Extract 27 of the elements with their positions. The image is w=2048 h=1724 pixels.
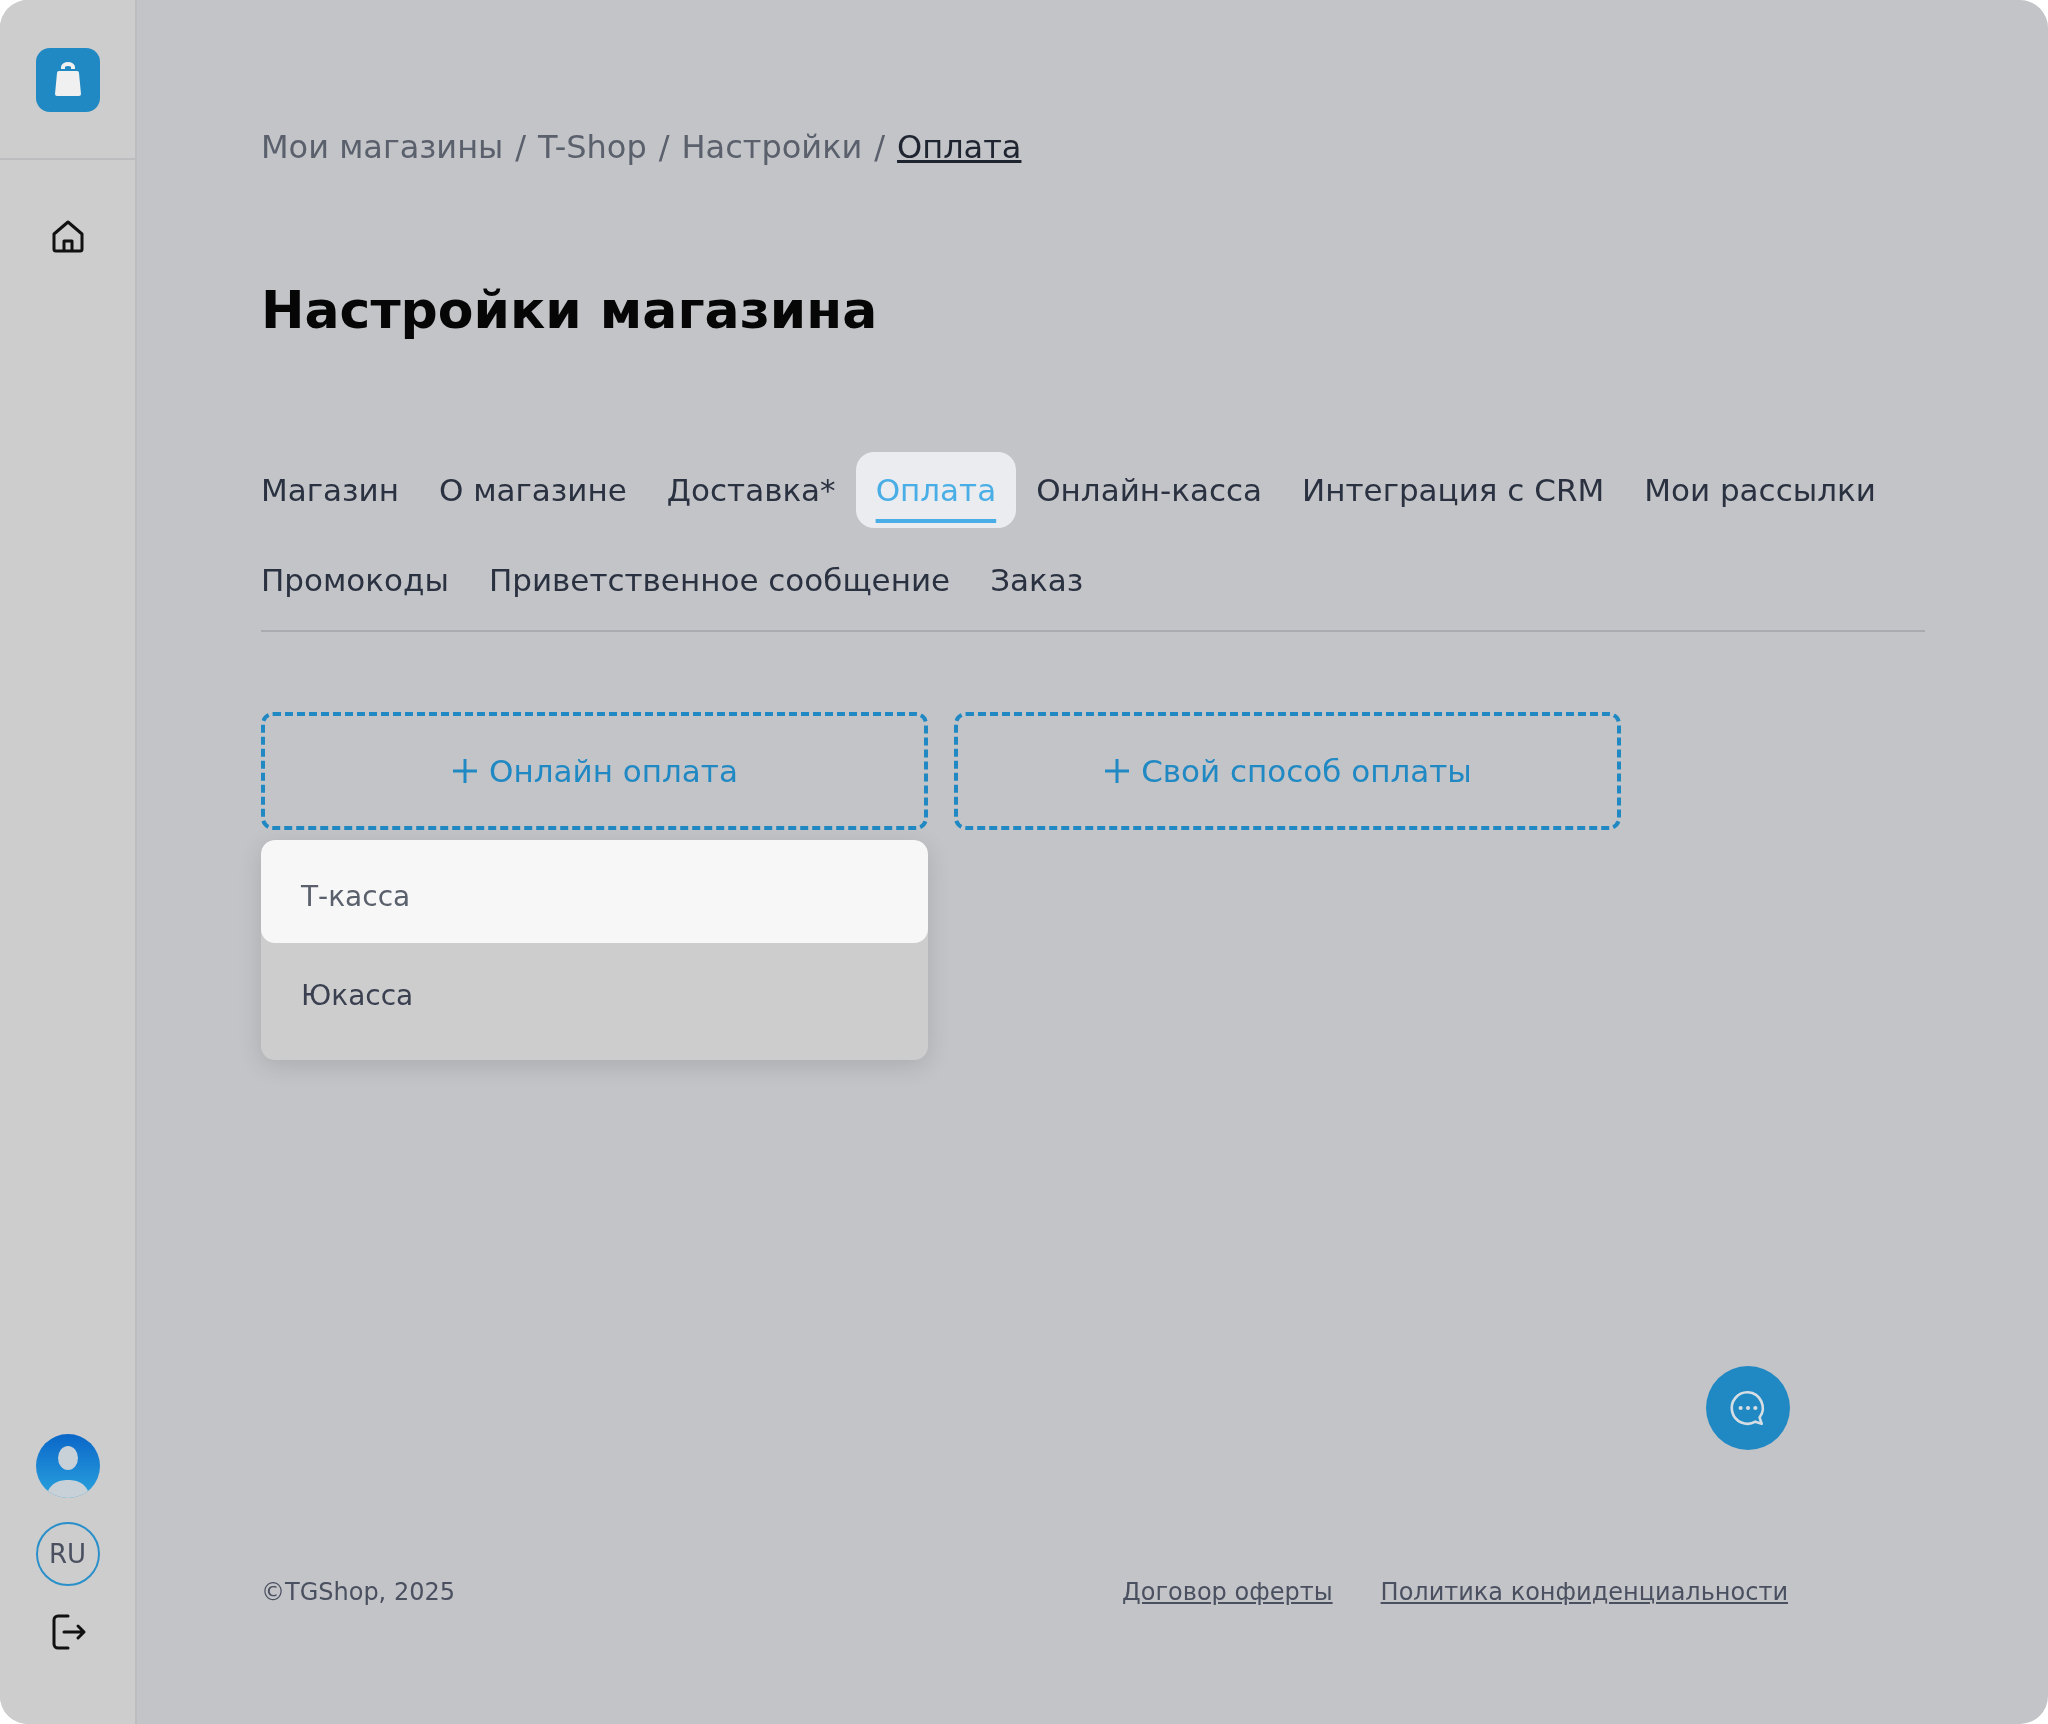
copyright-text: ©TGShop, 2025 [261, 1578, 455, 1606]
footer-link[interactable]: Политика конфиденциальности [1380, 1578, 1788, 1606]
tab[interactable]: Приветственное сообщение [468, 542, 971, 618]
tab[interactable]: Интеграция с CRM [1282, 452, 1625, 528]
breadcrumb-link[interactable]: Настройки [681, 128, 863, 166]
dropdown-option[interactable]: Юкасса [261, 943, 928, 1026]
breadcrumb-link[interactable]: Мои магазины [261, 128, 504, 166]
tab[interactable]: О магазине [418, 452, 647, 528]
tab[interactable]: Заказ [970, 542, 1104, 618]
breadcrumb-separator: / [515, 128, 527, 166]
avatar-icon[interactable] [35, 1434, 100, 1498]
tab[interactable]: Онлайн-касса [1016, 452, 1283, 528]
page-title: Настройки магазина [261, 280, 879, 340]
tab[interactable]: Магазин [241, 452, 419, 528]
plus-icon [1103, 757, 1132, 785]
shopping-bag-logo-icon[interactable] [35, 48, 100, 112]
dropdown-option[interactable]: Т-касса [261, 840, 928, 943]
tab[interactable]: Мои рассылки [1624, 452, 1896, 528]
breadcrumb-separator: / [658, 128, 670, 166]
language-button[interactable]: RU [35, 1522, 100, 1586]
plus-icon [451, 757, 480, 785]
tab[interactable]: Промокоды [241, 542, 469, 618]
breadcrumb-link[interactable]: Оплата [897, 128, 1022, 166]
tab[interactable]: Доставка* [646, 452, 856, 528]
breadcrumb-link[interactable]: T-Shop [538, 128, 647, 166]
footer-link[interactable]: Договор оферты [1122, 1578, 1333, 1606]
breadcrumb-separator: / [874, 128, 886, 166]
